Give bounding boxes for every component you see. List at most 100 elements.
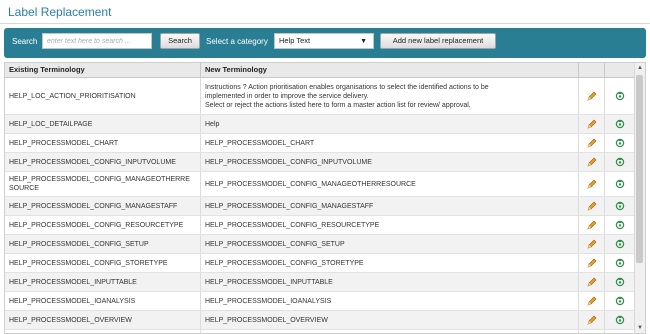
pencil-icon[interactable]: [587, 201, 597, 211]
delete-cell: [605, 197, 635, 215]
stamp-icon[interactable]: [615, 157, 625, 167]
header-existing-terminology: Existing Terminology: [5, 63, 201, 77]
stamp-icon[interactable]: [615, 315, 625, 325]
table-row[interactable]: HELP_PROCESSMODEL_CONFIG_RESOURCETYPE HEL…: [5, 216, 635, 235]
table-header: Existing Terminology New Terminology: [5, 63, 635, 78]
new-terminology-line: implemented in order to improve the serv…: [205, 92, 369, 100]
stamp-icon[interactable]: [615, 296, 625, 306]
scrollbar-thumb[interactable]: [636, 75, 643, 263]
table-row[interactable]: HELP_PROCESSMODEL_CHART HELP_PROCESSMODEL…: [5, 134, 635, 153]
new-terminology-cell: HELP_PROCESSMODEL_CONFIG_MANAGEOTHERRESO…: [201, 172, 579, 196]
table-row[interactable]: HELP_PROCESSMODEL_CONFIG_MANAGESTAFF HELP…: [5, 197, 635, 216]
search-input[interactable]: [42, 33, 152, 49]
new-terminology-line: Instructions ? Action prioritisation ena…: [205, 83, 489, 91]
pencil-icon[interactable]: [587, 239, 597, 249]
existing-terminology-text: HELP_PROCESSMODEL_OVERVIEW: [9, 316, 132, 324]
category-selected-value: Help Text: [279, 36, 311, 45]
existing-terminology-cell: HELP_PROCESSMODEL_CONFIG_MANAGESTAFF: [5, 197, 201, 215]
new-terminology-line: HELP_PROCESSMODEL_INPUTTABLE: [205, 278, 333, 286]
pencil-icon[interactable]: [587, 157, 597, 167]
existing-terminology-text: HELP_PROCESSMODEL_CONFIG_SETUP: [9, 240, 149, 248]
new-terminology-cell: HELP_PROCESSMODEL_INPUTTABLE: [201, 273, 579, 291]
pencil-icon[interactable]: [587, 220, 597, 230]
delete-cell: [605, 153, 635, 171]
delete-cell: [605, 216, 635, 234]
pencil-icon[interactable]: [587, 315, 597, 325]
delete-cell: [605, 273, 635, 291]
edit-cell: [579, 197, 605, 215]
chevron-down-icon: ▼: [360, 38, 367, 45]
edit-cell: [579, 292, 605, 310]
new-terminology-cell: HELP_PROCESSMODEL_CHART: [201, 134, 579, 152]
new-terminology-line: Help: [205, 120, 220, 128]
existing-terminology-cell: HELP_PROCESSMODEL_CHART: [5, 134, 201, 152]
new-terminology-cell: HELP_PROCESSMODEL_OVERVIEW: [201, 311, 579, 329]
edit-cell: [579, 235, 605, 253]
pencil-icon[interactable]: [587, 258, 597, 268]
table-row[interactable]: HELP_LOC_ACTION_PRIORITISATION Instructio…: [5, 78, 635, 115]
delete-cell: [605, 311, 635, 329]
stamp-icon[interactable]: [615, 138, 625, 148]
pencil-icon[interactable]: [587, 119, 597, 129]
existing-terminology-cell: HELP_LOC_DETAILPAGE: [5, 115, 201, 133]
stamp-icon[interactable]: [615, 119, 625, 129]
table-row[interactable]: HELP_PROCESSMODEL_IOANALYSIS HELP_PROCESS…: [5, 292, 635, 311]
stamp-icon[interactable]: [615, 220, 625, 230]
stamp-icon[interactable]: [615, 277, 625, 287]
pencil-icon[interactable]: [587, 91, 597, 101]
existing-terminology-cell: HELP_PROCESSMODEL_CONFIG_SETUP: [5, 235, 201, 253]
edit-cell: [579, 273, 605, 291]
new-terminology-line: HELP_PROCESSMODEL_IOANALYSIS: [205, 297, 332, 305]
delete-cell: [605, 172, 635, 196]
existing-terminology-text: HELP_PROCESSMODEL_CONFIG_INPUTVOLUME: [9, 158, 176, 166]
table-row[interactable]: HELP_PROCESSMODEL_OVERVIEW HELP_PROCESSMO…: [5, 311, 635, 330]
pencil-icon[interactable]: [587, 179, 597, 189]
new-terminology-line: HELP_PROCESSMODEL_CONFIG_MANAGEOTHERRESO…: [205, 180, 416, 188]
existing-terminology-line: SOURCE: [9, 185, 39, 192]
existing-terminology-cell: HELP_PROCESSMODEL_CONFIG_RESOURCETYPE: [5, 216, 201, 234]
existing-terminology-cell: HELP_LOC_ACTION_PRIORITISATION: [5, 78, 201, 114]
existing-terminology-text: HELP_PROCESSMODEL_CONFIG_STORETYPE: [9, 259, 168, 267]
pencil-icon[interactable]: [587, 296, 597, 306]
table-row[interactable]: HELP_PROCESSMODEL_CONFIG_MANAGEOTHERRE SO…: [5, 172, 635, 197]
vertical-scrollbar[interactable]: ▲ ▼: [634, 63, 645, 333]
stamp-icon[interactable]: [615, 258, 625, 268]
table-row[interactable]: HELP_LOC_DETAILPAGE Help: [5, 115, 635, 134]
delete-cell: [605, 235, 635, 253]
existing-terminology-cell: HELP_PROCESSMODEL_IOANALYSIS: [5, 292, 201, 310]
existing-terminology-text: HELP_PROCESSMODEL_CONFIG_MANAGESTAFF: [9, 202, 178, 210]
table-row[interactable]: HELP_PROCESSMODEL_INPUTTABLE HELP_PROCESS…: [5, 273, 635, 292]
stamp-icon[interactable]: [615, 179, 625, 189]
header-new-terminology: New Terminology: [201, 63, 579, 77]
table-body: HELP_LOC_ACTION_PRIORITISATION Instructio…: [5, 78, 635, 333]
new-terminology-cell: HELP_PROCESSMODEL_CONFIG_INPUTVOLUME: [201, 153, 579, 171]
stamp-icon[interactable]: [615, 91, 625, 101]
delete-cell: [605, 134, 635, 152]
new-terminology-line: HELP_PROCESSMODEL_CONFIG_STORETYPE: [205, 259, 364, 267]
label-replacement-table: Existing Terminology New Terminology HEL…: [4, 62, 646, 334]
table-row[interactable]: HELP_PROCESSMODEL_CONFIG_INPUTVOLUME HELP…: [5, 153, 635, 172]
table-row[interactable]: HELP_PROCESSMODEL_SUMMARYOPTIONHELP_PROC…: [5, 330, 635, 333]
stamp-icon[interactable]: [615, 239, 625, 249]
pencil-icon[interactable]: [587, 277, 597, 287]
search-button[interactable]: Search: [160, 33, 200, 49]
header-delete-column: [605, 63, 635, 77]
category-select[interactable]: Help Text ▼: [274, 33, 374, 49]
scroll-down-icon[interactable]: ▼: [635, 323, 645, 333]
new-terminology-line: HELP_PROCESSMODEL_CONFIG_RESOURCETYPE: [205, 221, 380, 229]
edit-cell: [579, 153, 605, 171]
stamp-icon[interactable]: [615, 201, 625, 211]
new-terminology-cell: HELP_PROCESSMODEL_CONFIG_STORETYPE: [201, 254, 579, 272]
pencil-icon[interactable]: [587, 138, 597, 148]
new-terminology-cell: Help: [201, 115, 579, 133]
new-terminology-cell: HELP_PROCESSMODEL_CONFIG_MANAGESTAFF: [201, 197, 579, 215]
existing-terminology-cell: HELP_PROCESSMODEL_CONFIG_INPUTVOLUME: [5, 153, 201, 171]
delete-cell: [605, 78, 635, 114]
scroll-up-icon[interactable]: ▲: [635, 63, 645, 73]
delete-cell: [605, 115, 635, 133]
table-row[interactable]: HELP_PROCESSMODEL_CONFIG_SETUP HELP_PROCE…: [5, 235, 635, 254]
table-row[interactable]: HELP_PROCESSMODEL_CONFIG_STORETYPE HELP_P…: [5, 254, 635, 273]
add-label-replacement-button[interactable]: Add new label replacement: [380, 33, 496, 49]
new-terminology-cell: HELP_PROCESSMODEL_SUMMARYOPTION: [201, 330, 579, 333]
new-terminology-line: HELP_PROCESSMODEL_OVERVIEW: [205, 316, 328, 324]
